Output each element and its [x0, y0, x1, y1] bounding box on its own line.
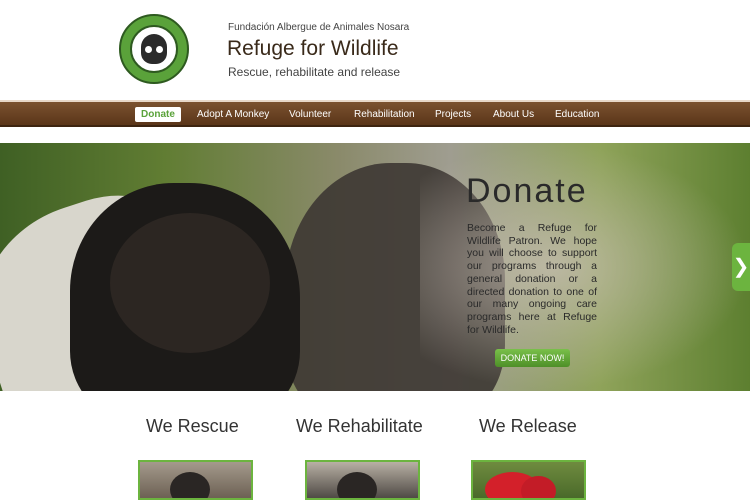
main-nav: Donate Adopt A Monkey Volunteer Rehabili… [0, 100, 750, 127]
org-name: Fundación Albergue de Animales Nosara [228, 22, 410, 33]
nav-item-projects[interactable]: Projects [429, 107, 477, 122]
site-logo[interactable] [119, 14, 189, 84]
donate-now-button[interactable]: DONATE NOW! [495, 349, 570, 367]
nav-item-education[interactable]: Education [549, 107, 605, 122]
feature-title-rescue: We Rescue [146, 416, 239, 436]
site-title[interactable]: Refuge for Wildlife [227, 37, 399, 61]
nav-item-volunteer[interactable]: Volunteer [283, 107, 337, 122]
monkey-logo-icon [141, 34, 167, 64]
feature-image-rescue[interactable] [138, 460, 253, 500]
chevron-right-icon[interactable]: ❯ [732, 243, 750, 291]
nav-item-donate[interactable]: Donate [135, 107, 181, 122]
site-header: Fundación Albergue de Animales Nosara Re… [0, 0, 750, 100]
feature-image-rehabilitate[interactable] [305, 460, 420, 500]
hero-slider [0, 143, 750, 391]
site-tagline: Rescue, rehabilitate and release [228, 65, 401, 79]
feature-title-release: We Release [479, 416, 577, 436]
monkey-photo [170, 472, 210, 498]
logo-emblem [130, 25, 178, 73]
macaw-photo [521, 476, 556, 498]
monkey-photo [337, 472, 377, 498]
nav-item-rehabilitation[interactable]: Rehabilitation [348, 107, 421, 122]
feature-title-rehabilitate: We Rehabilitate [296, 416, 423, 436]
hero-text: Become a Refuge for Wildlife Patron. We … [467, 222, 597, 336]
nav-item-about-us[interactable]: About Us [487, 107, 540, 122]
hero-title: Donate [466, 172, 588, 210]
feature-image-release[interactable] [471, 460, 586, 500]
nav-item-adopt-a-monkey[interactable]: Adopt A Monkey [191, 107, 275, 122]
hero-photo-monkey-face [110, 213, 270, 353]
